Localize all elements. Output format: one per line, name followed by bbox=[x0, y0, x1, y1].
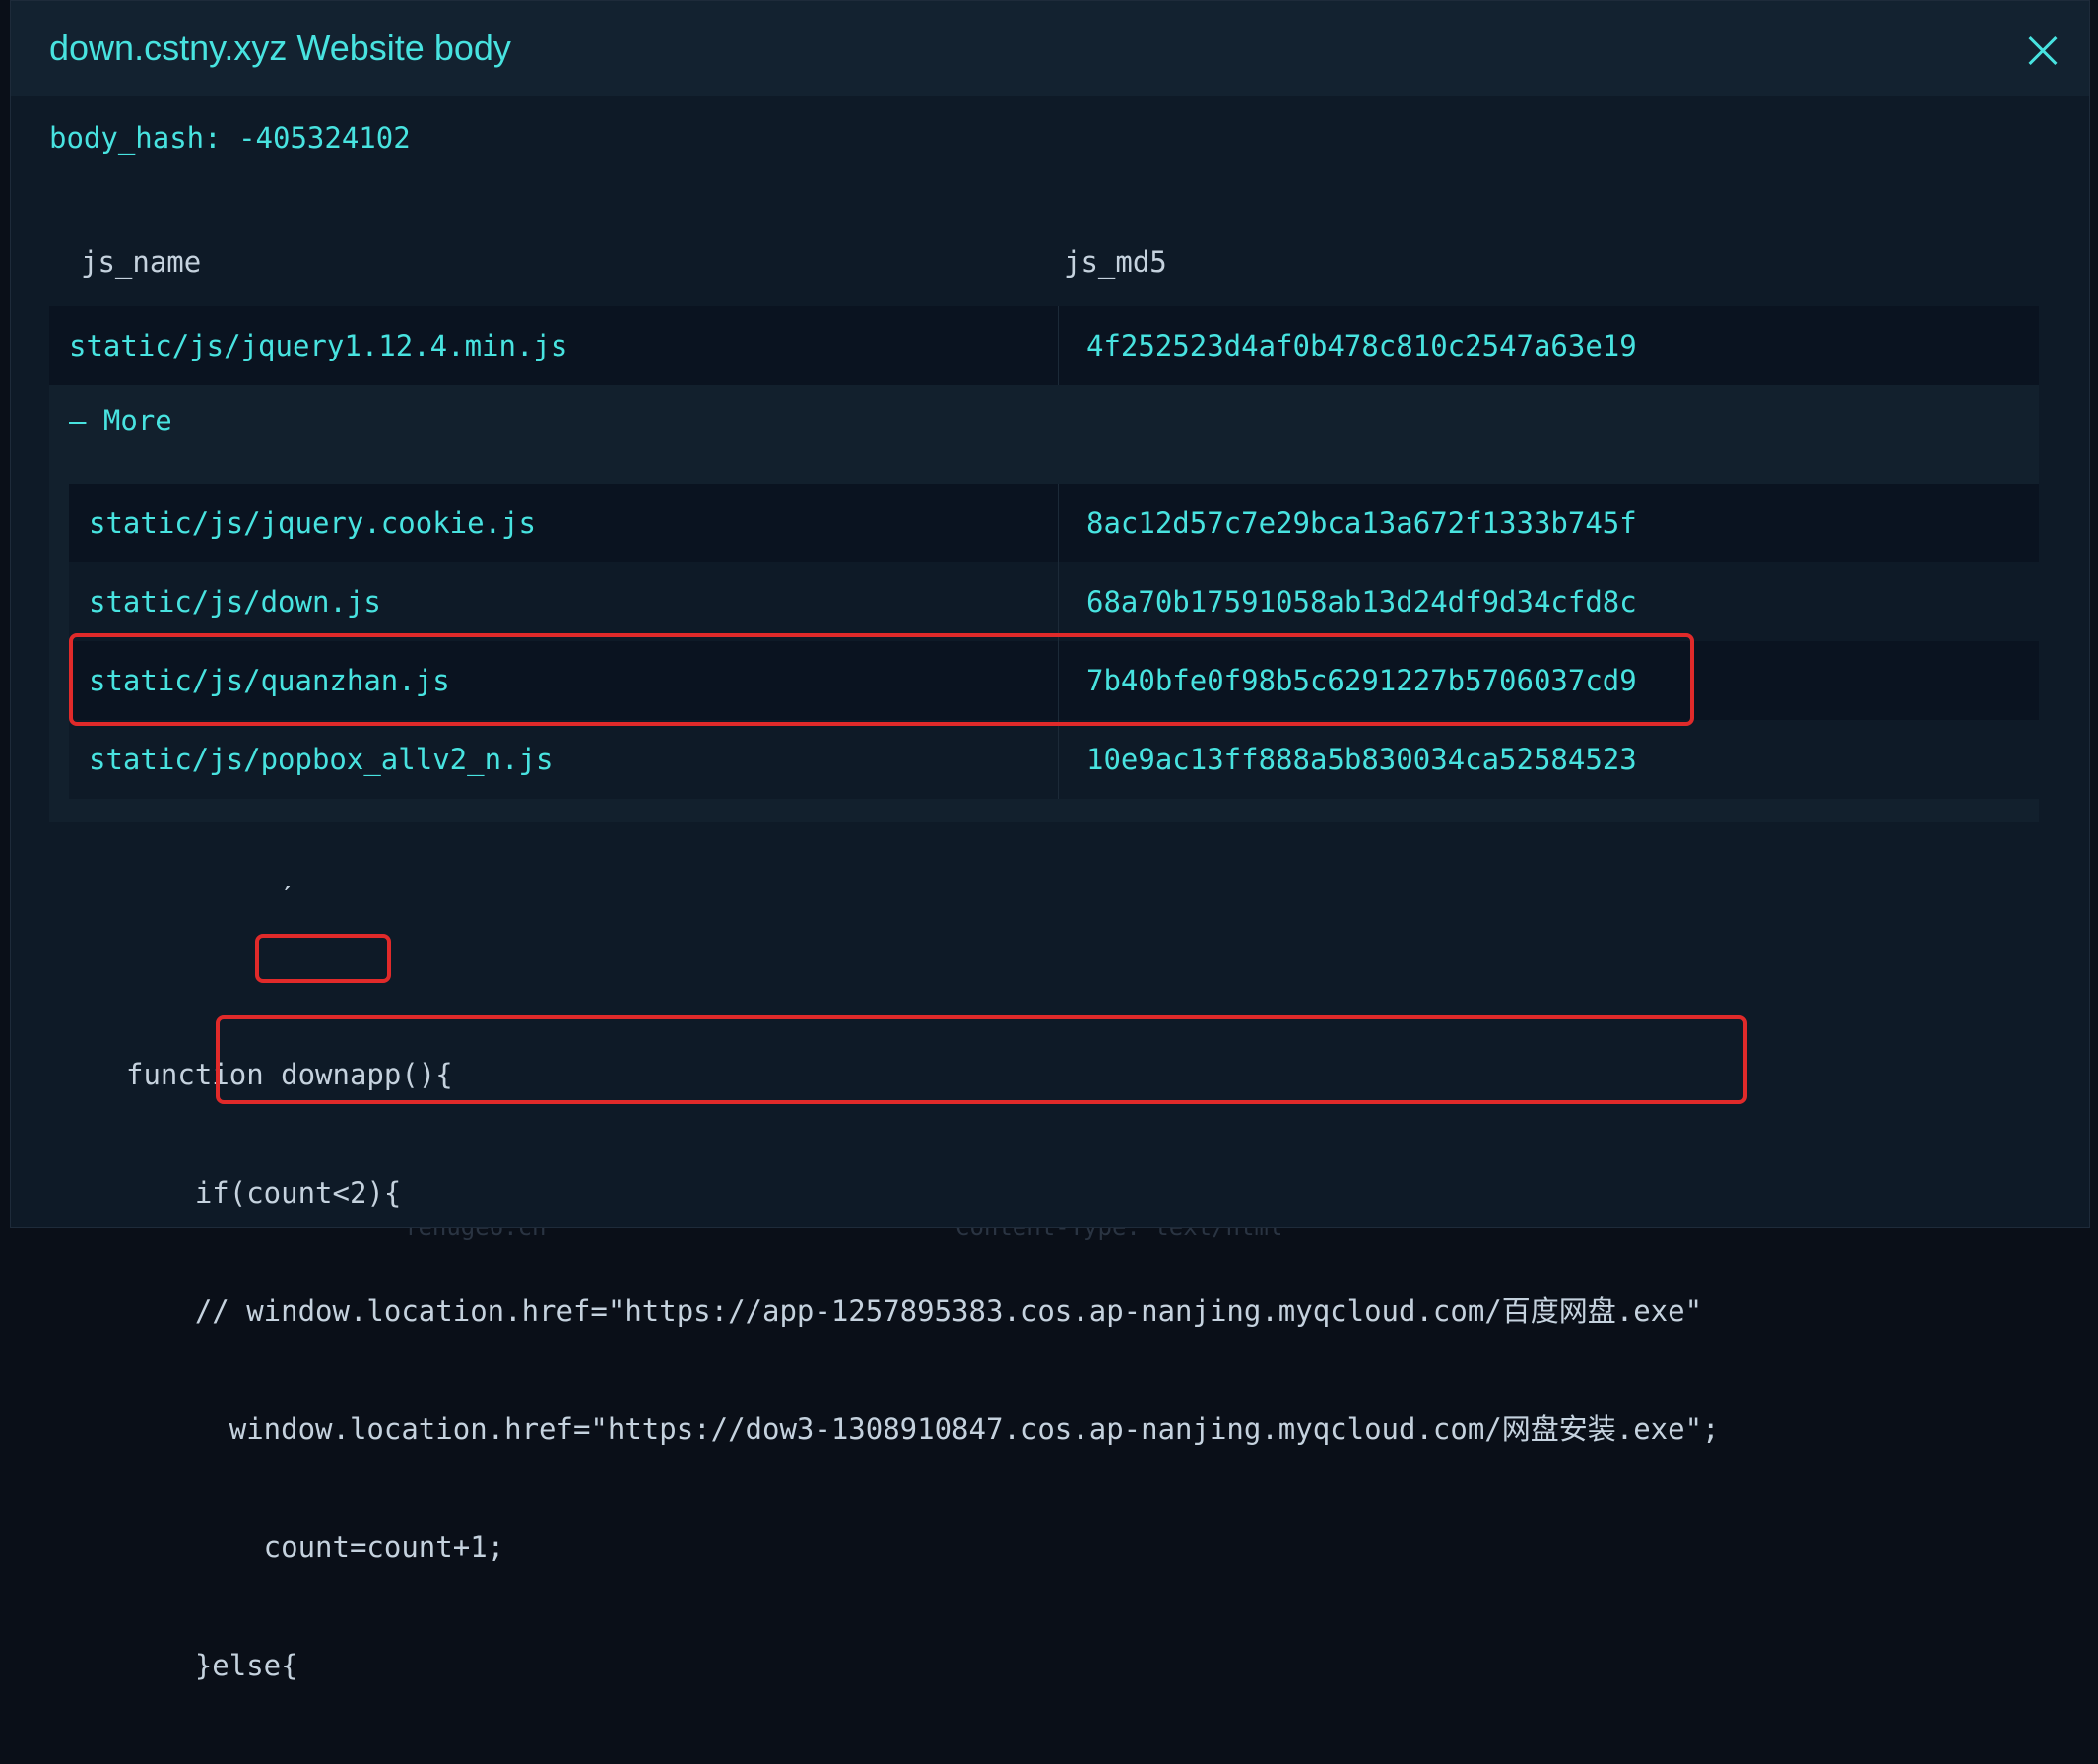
code-line: }else{ bbox=[126, 1649, 298, 1682]
code-line: if(count<2){ bbox=[126, 1176, 402, 1209]
js-md5-cell: 10e9ac13ff888a5b830034ca52584523 bbox=[1058, 720, 1637, 799]
website-body-modal: down.cstny.xyz Website body body_hash: -… bbox=[10, 0, 2090, 1682]
code-line: window.location.href="https://dow3-13089… bbox=[126, 1412, 1720, 1446]
table-row: static/js/down.js 68a70b17591058ab13d24d… bbox=[69, 562, 2039, 641]
table-header: js_name js_md5 bbox=[49, 218, 2039, 306]
code-line: // window.location.href="https://app-125… bbox=[126, 1294, 1703, 1328]
body-hash: body_hash: -405324102 bbox=[49, 121, 411, 155]
highlight-box-downapp bbox=[255, 934, 391, 983]
js-md5-cell: 4f252523d4af0b478c810c2547a63e19 bbox=[1058, 306, 1637, 385]
table-row: static/js/popbox_allv2_n.js 10e9ac13ff88… bbox=[69, 720, 2039, 799]
body-hash-value: -405324102 bbox=[238, 121, 411, 155]
modal-header: down.cstny.xyz Website body bbox=[11, 1, 2089, 96]
js-name-cell: static/js/down.js bbox=[89, 585, 381, 619]
js-md5-cell: 8ac12d57c7e29bca13a672f1333b745f bbox=[1058, 484, 1637, 562]
js-name-cell: static/js/jquery1.12.4.min.js bbox=[69, 329, 568, 362]
highlight-box-urls bbox=[216, 1015, 1747, 1104]
js-name-cell: static/js/jquery.cookie.js bbox=[89, 506, 536, 540]
table-row: static/js/jquery.cookie.js 8ac12d57c7e29… bbox=[69, 484, 2039, 562]
table-row: static/js/jquery1.12.4.min.js 4f252523d4… bbox=[49, 306, 2039, 385]
modal-title: down.cstny.xyz Website body bbox=[49, 28, 511, 68]
column-header-js-name: js_name bbox=[81, 245, 202, 279]
code-tick: ˊ bbox=[279, 881, 296, 914]
body-hash-label: body_hash: bbox=[49, 121, 222, 155]
js-table: js_name js_md5 static/js/jquery1.12.4.mi… bbox=[49, 218, 2039, 822]
highlight-box-quanzhan bbox=[69, 633, 1694, 726]
code-line: count=count+1; bbox=[126, 1531, 505, 1564]
close-icon[interactable] bbox=[2024, 33, 2060, 68]
js-md5-cell: 68a70b17591058ab13d24df9d34cfd8c bbox=[1058, 562, 1637, 641]
more-toggle[interactable]: — More bbox=[49, 385, 2039, 456]
js-name-cell: static/js/popbox_allv2_n.js bbox=[89, 743, 554, 776]
column-header-js-md5: js_md5 bbox=[1064, 245, 1167, 279]
